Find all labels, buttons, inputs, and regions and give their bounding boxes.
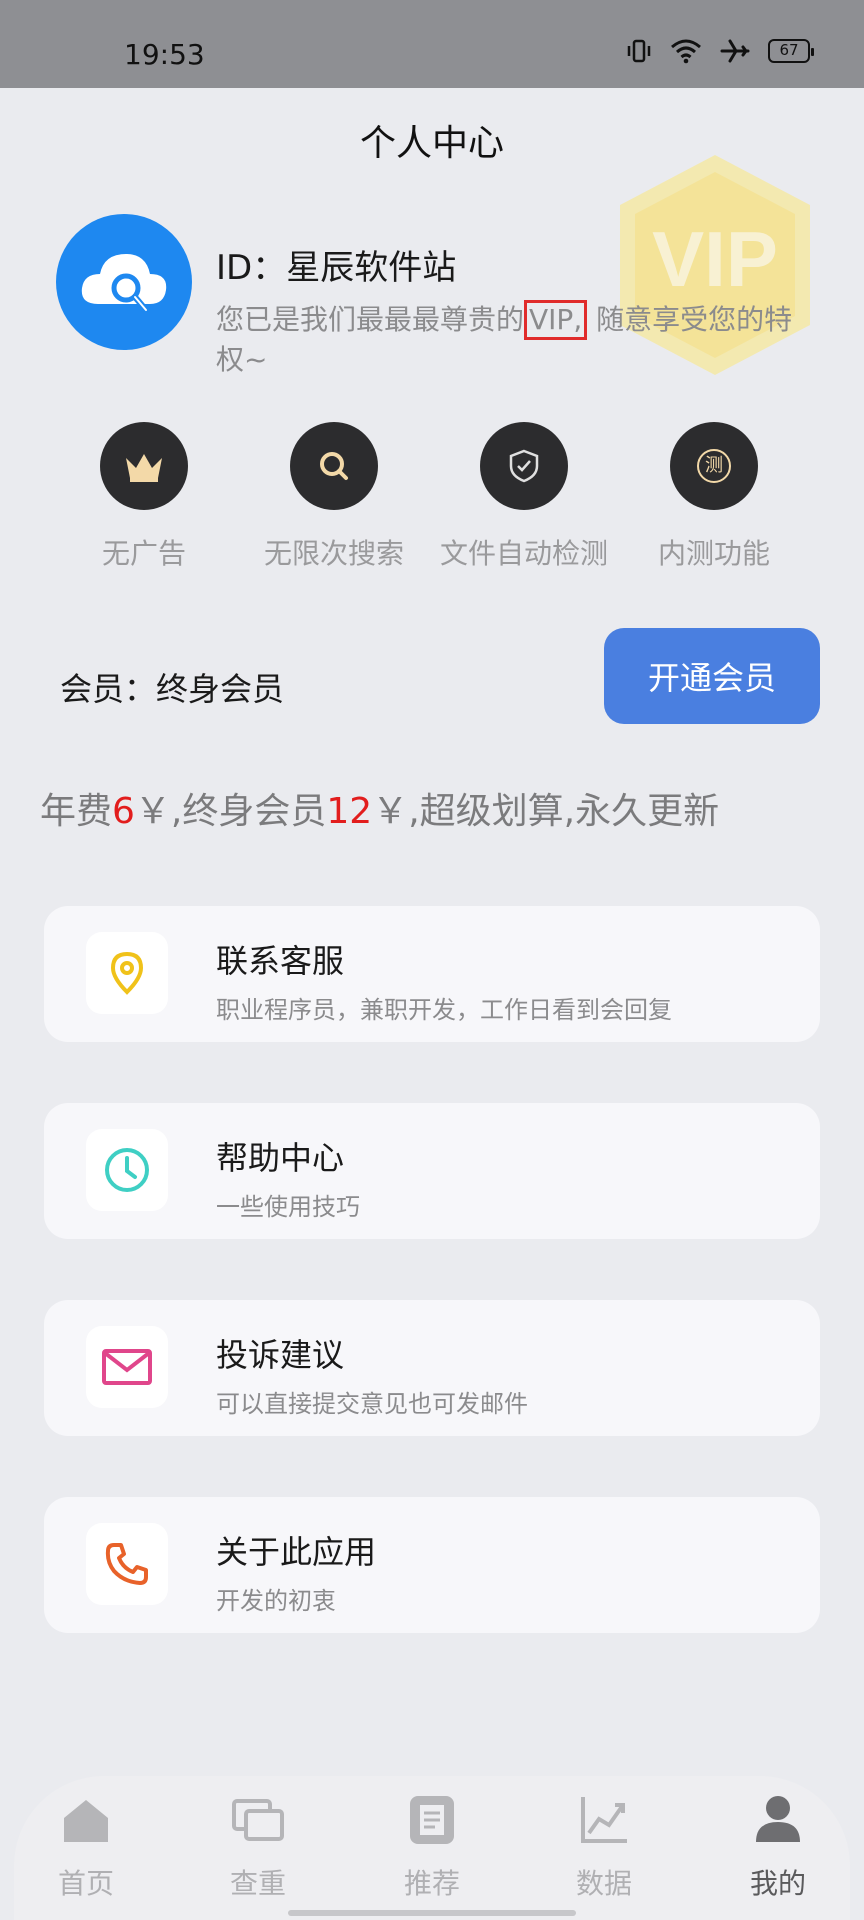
feature-no-ads[interactable]: 无广告 [44,422,244,572]
nav-label: 我的 [749,1867,806,1900]
clock-icon [86,1129,168,1211]
wifi-icon [670,38,702,64]
nav-data[interactable]: 数据 [544,1788,664,1902]
avatar[interactable] [56,214,192,350]
test-icon: 测 [670,422,758,510]
profile-icon [718,1788,838,1852]
card-contact-support[interactable]: 联系客服 职业程序员，兼职开发，工作日看到会回复 [44,906,820,1042]
card-subtitle: 职业程序员，兼职开发，工作日看到会回复 [216,996,672,1024]
card-title: 投诉建议 [216,1336,345,1374]
recommend-icon [372,1788,492,1852]
card-subtitle: 一些使用技巧 [216,1193,360,1221]
card-feedback[interactable]: 投诉建议 可以直接提交意见也可发邮件 [44,1300,820,1436]
vip-badge-text: VIP [652,215,778,303]
feature-label: 无限次搜索 [263,537,404,570]
lifetime-price: 12 [326,791,373,832]
card-title: 帮助中心 [216,1139,345,1177]
shield-check-icon [480,422,568,510]
chart-icon [544,1788,664,1852]
card-subtitle: 开发的初衷 [216,1587,336,1615]
price-text: ￥,终身会员 [134,791,327,832]
status-time: 19:53 [124,38,205,71]
desc-text-before: 您已是我们最最最尊贵的 [216,303,525,336]
user-description: 您已是我们最最最尊贵的 VIP, 随意享受您的特权~ [216,300,816,380]
feature-beta[interactable]: 测 内测功能 [614,422,814,572]
card-title: 关于此应用 [216,1533,377,1571]
annual-price: 6 [112,791,135,832]
status-bar: 19:53 67 [0,0,864,88]
nav-label: 查重 [229,1867,286,1900]
location-pin-icon [86,932,168,1014]
card-title: 联系客服 [216,942,345,980]
feature-label: 无广告 [101,537,186,570]
phone-icon [86,1523,168,1605]
feature-auto-detect[interactable]: 文件自动检测 [424,422,624,572]
price-text: 年费 [40,791,113,832]
crown-icon [100,422,188,510]
card-help-center[interactable]: 帮助中心 一些使用技巧 [44,1103,820,1239]
status-icons: 67 [626,38,814,64]
user-id: ID：星辰软件站 [216,248,457,288]
airplane-icon [720,38,750,64]
open-membership-button[interactable]: 开通会员 [604,628,820,724]
card-about-app[interactable]: 关于此应用 开发的初衷 [44,1497,820,1633]
nav-profile[interactable]: 我的 [718,1788,838,1902]
nav-recommend[interactable]: 推荐 [372,1788,492,1902]
nav-duplicate-check[interactable]: 查重 [198,1788,318,1902]
feature-label: 内测功能 [657,537,770,570]
nav-label: 数据 [575,1867,632,1900]
nav-label: 推荐 [403,1867,460,1900]
test-glyph: 测 [697,449,731,483]
membership-status: 会员：终身会员 [60,670,285,708]
search-icon [290,422,378,510]
pricing-info: 年费6￥,终身会员12￥,超级划算,永久更新 [40,782,719,834]
cloud-search-icon [81,254,167,313]
vip-highlight: VIP, [524,300,588,340]
duplicate-check-icon [198,1788,318,1852]
home-indicator[interactable] [288,1910,576,1916]
feature-label: 文件自动检测 [439,537,608,570]
nav-label: 首页 [57,1867,114,1900]
home-icon [26,1788,146,1852]
nav-home[interactable]: 首页 [26,1788,146,1902]
card-subtitle: 可以直接提交意见也可发邮件 [216,1390,528,1418]
bottom-navigation: 首页 查重 推荐 数据 我的 [14,1776,850,1920]
price-text: ￥,超级划算,永久更新 [372,791,720,832]
vibrate-icon [626,38,652,64]
mail-icon [86,1326,168,1408]
feature-unlimited-search[interactable]: 无限次搜索 [234,422,434,572]
battery-icon: 67 [768,39,814,63]
